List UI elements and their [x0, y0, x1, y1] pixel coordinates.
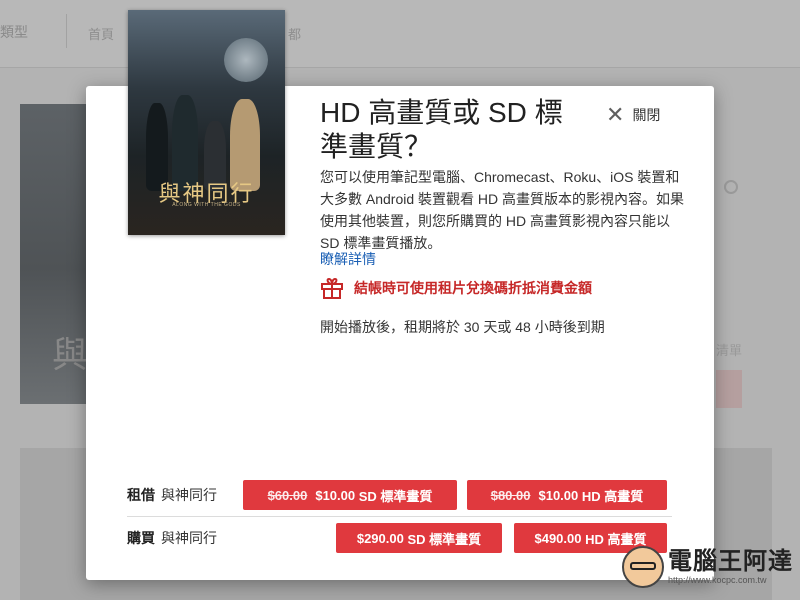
cover-moon-graphic — [224, 38, 268, 82]
rental-period-note: 開始播放後，租期將於 30 天或 48 小時後到期 — [320, 319, 605, 335]
buy-hd-quality: HD 高畫質 — [585, 531, 647, 547]
site-watermark: 電腦王阿達 http://www.kocpc.com.tw — [622, 546, 793, 588]
background-nav-extra: 都 — [288, 27, 302, 42]
promo-text: 結帳時可使用租片兌換碼折抵消費金額 — [354, 280, 592, 296]
background-header: 類型 首頁 都 — [0, 0, 800, 68]
rent-sd-button[interactable]: $60.00 $10.00 SD 標準畫質 — [243, 480, 457, 510]
promo-notice: 結帳時可使用租片兌換碼折抵消費金額 — [320, 276, 592, 300]
learn-more-link[interactable]: 瞭解詳情 — [320, 249, 376, 269]
quality-description: 您可以使用筆記型電腦、Chromecast、Roku、iOS 裝置和大多數 An… — [320, 169, 685, 251]
rent-sd-original-price: $60.00 — [267, 487, 308, 503]
rent-row-label: 租借 與神同行 — [127, 485, 247, 505]
watermark-name: 電腦王阿達 — [668, 548, 793, 575]
background-poster-title: 與 — [52, 335, 89, 376]
rent-hd-button[interactable]: $80.00 $10.00 HD 高畫質 — [467, 480, 667, 510]
background-nav-divider — [66, 14, 67, 48]
watermark-url: http://www.kocpc.com.tw — [668, 575, 767, 585]
buy-row-label: 購買 與神同行 — [127, 528, 247, 548]
rent-movie-title: 與神同行 — [161, 487, 217, 503]
rent-hd-quality: HD 高畫質 — [581, 488, 644, 504]
buy-sd-quality: SD 標準畫質 — [407, 531, 482, 547]
cover-subtitle: ALONG WITH THE GODS — [172, 202, 241, 208]
rent-hd-price: $10.00 — [538, 487, 579, 503]
row-divider — [127, 516, 672, 517]
buy-label: 購買 — [127, 530, 155, 546]
glasses-icon — [630, 562, 656, 570]
buy-movie-title: 與神同行 — [161, 530, 217, 546]
rent-sd-price: $10.00 — [315, 487, 356, 503]
background-nav-home: 首頁 — [88, 27, 115, 42]
buy-hd-price: $490.00 — [534, 530, 582, 546]
close-label[interactable]: 關閉 — [632, 105, 660, 125]
gift-icon — [321, 277, 343, 299]
rent-label: 租借 — [127, 487, 155, 503]
background-nav-type: 類型 — [0, 24, 28, 40]
background-button — [716, 370, 742, 408]
rent-sd-quality: SD 標準畫質 — [358, 488, 433, 504]
background-side-text: 清單 — [716, 343, 743, 358]
mascot-face-icon — [622, 546, 664, 588]
rent-hd-original-price: $80.00 — [490, 487, 531, 503]
watermark-text: 電腦王阿達 http://www.kocpc.com.tw — [668, 548, 793, 586]
buy-sd-price: $290.00 — [356, 530, 404, 546]
movie-cover-image: 與神同行 ALONG WITH THE GODS — [128, 10, 285, 235]
dialog-title: HD 高畫質或 SD 標準畫質？ — [320, 97, 563, 162]
close-icon[interactable]: ✕ — [606, 104, 624, 126]
buy-sd-button[interactable]: $290.00 SD 標準畫質 — [336, 523, 502, 553]
close-button[interactable]: ✕ 關閉 — [606, 104, 660, 126]
user-icon — [724, 180, 738, 194]
